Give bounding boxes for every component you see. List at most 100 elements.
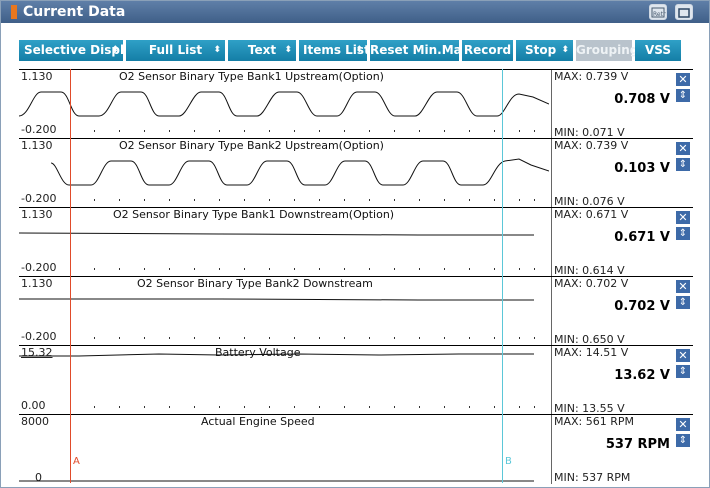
current-value: 0.702 V: [614, 299, 670, 314]
axis-max-label: 1.130: [21, 208, 53, 221]
sensor-name: Actual Engine Speed: [201, 415, 315, 428]
selective-display-label: Selective Display: [24, 43, 140, 57]
sensor-graph[interactable]: 1.130 -0.200 O2 Sensor Binary Type Bank2…: [19, 277, 549, 346]
window-icon[interactable]: [675, 4, 693, 20]
signal-trace: [18, 91, 550, 117]
cursor-a-line[interactable]: [70, 69, 71, 483]
tick-marks: [94, 337, 535, 339]
axis-max-label: 8000: [21, 415, 49, 428]
up-down-arrow-icon[interactable]: ⇕: [676, 434, 690, 447]
max-value: MAX: 561 RPM: [554, 415, 635, 428]
tick-marks: [94, 199, 535, 201]
window-title: Current Data: [23, 4, 126, 20]
tick-marks: [94, 406, 535, 408]
up-down-arrow-icon: ⬍: [213, 45, 221, 55]
tick-marks: [94, 130, 535, 132]
record-button[interactable]: Record: [462, 40, 513, 61]
sensor-info: MAX: 0.671 V 0.671 V MIN: 0.614 V ✕ ⇕: [551, 208, 694, 277]
toolbar: Selective Display ⬍ Full List ⬍ Text ⬍ Item…: [1, 23, 709, 67]
tick-marks: [94, 268, 535, 270]
cursor-a-label: A: [73, 456, 80, 467]
sensor-name: O2 Sensor Binary Type Bank1 Downstream(O…: [113, 208, 395, 221]
axis-max-label: 1.130: [21, 139, 53, 152]
grouping-button[interactable]: Grouping: [576, 40, 638, 61]
axis-min-label: -0.200: [21, 192, 57, 205]
stop-label: Stop: [525, 43, 557, 57]
axis-min-label: -0.200: [21, 330, 57, 343]
cursor-b-line[interactable]: [502, 69, 503, 483]
sensor-info: MAX: 561 RPM 537 RPM MIN: 537 RPM ✕ ⇕: [551, 415, 694, 484]
close-icon[interactable]: ✕: [676, 142, 690, 155]
sensor-name: O2 Sensor Binary Type Bank2 Downstream: [137, 277, 373, 290]
close-icon[interactable]: ✕: [676, 349, 690, 362]
current-value: 537 RPM: [605, 437, 670, 452]
reset-min-max-button[interactable]: Reset Min.Max: [370, 40, 470, 61]
items-list-button[interactable]: Items List ⬍: [299, 40, 370, 61]
current-value: 0.103 V: [614, 161, 670, 176]
sensor-graph[interactable]: 15.32 0.00 Battery Voltage: [19, 346, 549, 415]
current-value: 0.671 V: [614, 230, 670, 245]
max-value: MAX: 0.739 V: [554, 70, 629, 83]
close-icon[interactable]: ✕: [676, 418, 690, 431]
up-down-arrow-icon: ⬍: [355, 45, 363, 55]
title-bar: Current Data Retry: [1, 1, 709, 23]
sensor-graph[interactable]: 8000 0 Actual Engine Speed: [19, 415, 549, 484]
axis-min-label: 0: [35, 471, 42, 484]
sensor-row: 1.130 -0.200 O2 Sensor Binary Type Bank2…: [19, 276, 693, 346]
text-label: Text: [247, 43, 277, 57]
signal-trace: [18, 232, 534, 236]
sensor-info: MAX: 0.702 V 0.702 V MIN: 0.650 V ✕ ⇕: [551, 277, 694, 346]
sensor-info: MAX: 0.739 V 0.708 V MIN: 0.071 V ✕ ⇕: [551, 70, 694, 139]
sensor-row: 15.32 0.00 Battery Voltage MAX: 14.51 V …: [19, 345, 693, 415]
sensor-row: 1.130 -0.200 O2 Sensor Binary Type Bank2…: [19, 138, 693, 208]
max-value: MAX: 14.51 V: [554, 346, 629, 359]
text-button[interactable]: Text ⬍: [228, 40, 296, 61]
max-value: MAX: 0.671 V: [554, 208, 629, 221]
close-icon[interactable]: ✕: [676, 211, 690, 224]
sensor-row: 1.130 -0.200 O2 Sensor Binary Type Bank1…: [18, 207, 694, 277]
axis-max-label: 1.130: [21, 70, 53, 83]
min-value: MIN: 537 RPM: [554, 471, 631, 484]
up-down-arrow-icon: ⬍: [561, 45, 569, 55]
sensor-row: 1.130 -0.200 O2 Sensor Binary Type Bank1…: [18, 69, 694, 139]
current-value: 13.62 V: [614, 368, 670, 383]
up-down-arrow-icon[interactable]: ⇕: [676, 158, 690, 171]
up-down-arrow-icon[interactable]: ⇕: [676, 365, 690, 378]
axis-min-label: 0.00: [21, 399, 46, 412]
title-marker-icon: [11, 5, 17, 19]
sensor-row: 8000 0 Actual Engine Speed MAX: 561 RPM …: [19, 414, 693, 484]
current-data-window: Current Data Retry Selective Display⬍ Fu…: [0, 0, 710, 488]
axis-min-label: -0.200: [21, 123, 57, 136]
up-down-arrow-icon[interactable]: ⇕: [676, 296, 690, 309]
axis-min-label: -0.200: [21, 261, 57, 274]
max-value: MAX: 0.702 V: [554, 277, 629, 290]
svg-text:Retry: Retry: [653, 11, 666, 18]
signal-trace: [50, 158, 550, 186]
sensor-name: O2 Sensor Binary Type Bank1 Upstream(Opt…: [119, 70, 384, 83]
full-list-button[interactable]: Full List ⬍: [126, 40, 225, 61]
sensor-graph[interactable]: 1.130 -0.200 O2 Sensor Binary Type Bank1…: [18, 208, 549, 277]
retry-icon[interactable]: Retry: [649, 4, 669, 20]
close-icon[interactable]: ✕: [676, 280, 690, 293]
sensor-info: MAX: 14.51 V 13.62 V MIN: 13.55 V ✕ ⇕: [551, 346, 694, 415]
selective-display-button[interactable]: Selective Display ⬍: [19, 40, 140, 61]
sensor-info: MAX: 0.739 V 0.103 V MIN: 0.076 V ✕ ⇕: [551, 139, 694, 208]
full-list-label: Full List: [148, 43, 203, 57]
live-data-graphs: 1.130 -0.200 O2 Sensor Binary Type Bank1…: [18, 69, 694, 484]
sensor-graph[interactable]: 1.130 -0.200 O2 Sensor Binary Type Bank1…: [18, 70, 550, 139]
up-down-arrow-icon[interactable]: ⇕: [676, 227, 690, 240]
axis-max-label: 15.32: [21, 346, 53, 359]
signal-trace: [19, 298, 534, 301]
stop-button[interactable]: Stop ⬍: [516, 40, 573, 61]
sensor-name: Battery Voltage: [215, 346, 301, 359]
up-down-arrow-icon: ⬍: [111, 45, 119, 55]
vss-button[interactable]: VSS: [635, 40, 681, 61]
up-down-arrow-icon: ⬍: [284, 45, 292, 55]
close-icon[interactable]: ✕: [676, 73, 690, 86]
up-down-arrow-icon[interactable]: ⇕: [676, 89, 690, 102]
max-value: MAX: 0.739 V: [554, 139, 629, 152]
axis-max-label: 1.130: [21, 277, 53, 290]
current-value: 0.708 V: [614, 92, 670, 107]
sensor-graph[interactable]: 1.130 -0.200 O2 Sensor Binary Type Bank2…: [19, 139, 550, 208]
sensor-name: O2 Sensor Binary Type Bank2 Upstream(Opt…: [119, 139, 384, 152]
